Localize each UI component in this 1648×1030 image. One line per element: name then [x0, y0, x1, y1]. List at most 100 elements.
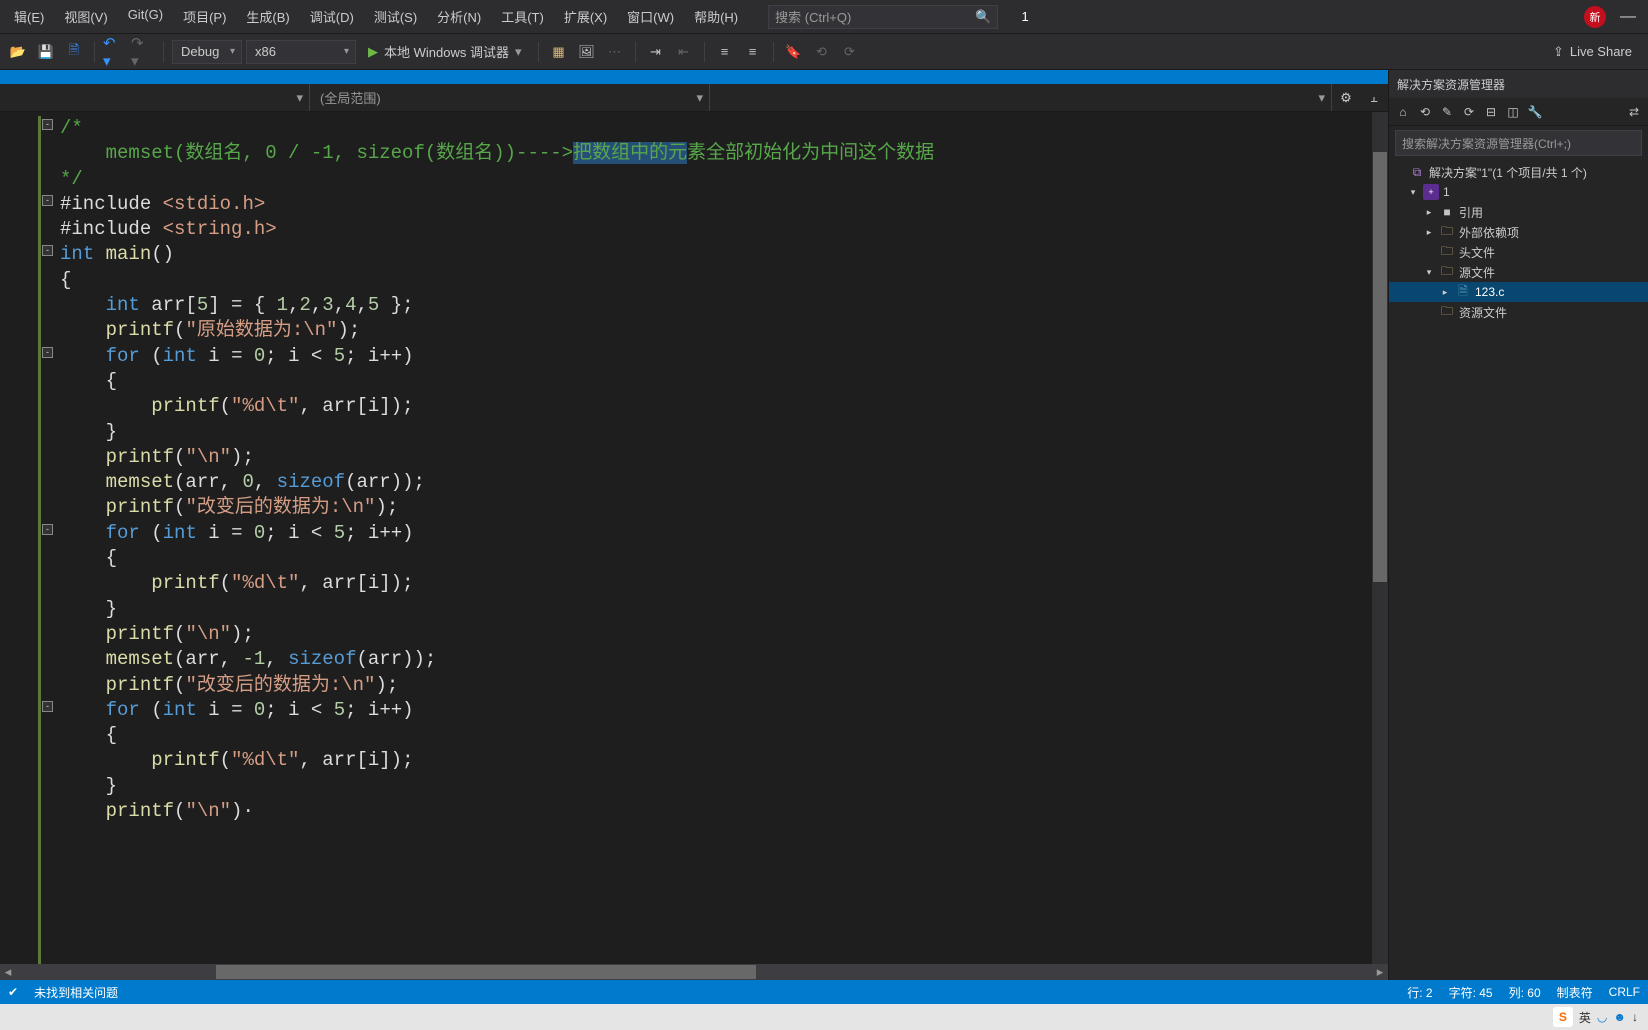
solution-explorer: 解决方案资源管理器 ⌂ ⟲ ✎ ⟳ ⊟ ◫ 🔧 ⇄ 搜索解决方案资源管理器(Ct…: [1388, 70, 1648, 980]
tree-item[interactable]: ▸🗎123.c: [1389, 282, 1648, 302]
tb-icon-2[interactable]: 🖼: [575, 40, 599, 64]
tree-item[interactable]: 🗀资源文件: [1389, 302, 1648, 322]
notification-badge[interactable]: 新: [1584, 6, 1606, 28]
search-placeholder: 搜索 (Ctrl+Q): [775, 7, 851, 26]
menu-item[interactable]: 工具(T): [491, 1, 554, 32]
fold-toggle[interactable]: -: [42, 701, 53, 712]
tree-item[interactable]: ▸■引用: [1389, 202, 1648, 222]
fold-toggle[interactable]: -: [42, 347, 53, 358]
menu-item[interactable]: 窗口(W): [617, 1, 684, 32]
tb-icon-5[interactable]: ⇤: [672, 40, 696, 64]
indent-icon[interactable]: ≡: [741, 40, 765, 64]
tb-icon-6[interactable]: ⟲: [810, 40, 834, 64]
fold-toggle[interactable]: -: [42, 119, 53, 130]
tree-item[interactable]: ▾ +1: [1389, 182, 1648, 202]
config-dropdown[interactable]: Debug: [172, 40, 242, 64]
minimize-icon[interactable]: —: [1620, 8, 1636, 26]
scrollbar-h-thumb[interactable]: [216, 965, 756, 979]
tb-icon-1[interactable]: ▦: [547, 40, 571, 64]
collapse-icon[interactable]: ⊟: [1481, 102, 1501, 122]
status-col[interactable]: 列: 60: [1509, 984, 1541, 1001]
menu-item[interactable]: 帮助(H): [684, 1, 748, 32]
solution-name-badge: 1: [1014, 6, 1036, 28]
status-line[interactable]: 行: 2: [1407, 984, 1432, 1001]
nav-combo-class[interactable]: [0, 84, 310, 111]
status-tabs[interactable]: 制表符: [1557, 984, 1593, 1001]
status-eol[interactable]: CRLF: [1609, 985, 1640, 999]
editor-tabstrip: [0, 70, 1388, 84]
sogou-icon: S: [1553, 1007, 1573, 1027]
sync-icon[interactable]: ⟳: [1459, 102, 1479, 122]
nav-combo-member[interactable]: [710, 84, 1332, 111]
statusbar: ✔ 未找到相关问题 行: 2 字符: 45 列: 60 制表符 CRLF: [0, 980, 1648, 1004]
nav-settings-icon[interactable]: ⚙: [1332, 90, 1360, 106]
expand-icon[interactable]: ▸: [1423, 207, 1435, 218]
menu-item[interactable]: 辑(E): [4, 1, 54, 32]
tree-item-label: 解决方案"1"(1 个项目/共 1 个): [1429, 164, 1587, 181]
tb-icon-4[interactable]: ⇥: [644, 40, 668, 64]
menu-item[interactable]: 调试(D): [300, 1, 364, 32]
platform-dropdown[interactable]: x86: [246, 40, 356, 64]
show-all-icon[interactable]: ◫: [1503, 102, 1523, 122]
home-icon[interactable]: ⌂: [1393, 102, 1413, 122]
tree-item-label: 1: [1443, 185, 1450, 199]
menu-item[interactable]: Git(G): [118, 1, 173, 32]
code-editor[interactable]: ------ /* memset(数组名, 0 / -1, sizeof(数组名…: [0, 112, 1388, 964]
live-share-button[interactable]: ⇪ Live Share: [1543, 44, 1642, 60]
proj-icon: +: [1423, 184, 1439, 200]
view-icon[interactable]: ⇄: [1624, 102, 1644, 122]
nav-split-icon[interactable]: ⫠: [1360, 90, 1388, 106]
menu-item[interactable]: 生成(B): [236, 1, 299, 32]
save-all-icon[interactable]: 🗎: [62, 40, 86, 64]
tree-item-label: 外部依赖项: [1459, 224, 1519, 241]
status-char[interactable]: 字符: 45: [1449, 984, 1493, 1001]
tree-item[interactable]: ⧉解决方案"1"(1 个项目/共 1 个): [1389, 162, 1648, 182]
expand-icon[interactable]: ▸: [1439, 287, 1451, 298]
tree-item-label: 源文件: [1459, 264, 1495, 281]
scrollbar-thumb[interactable]: [1373, 152, 1387, 582]
save-icon[interactable]: 💾: [34, 40, 58, 64]
menu-item[interactable]: 扩展(X): [554, 1, 617, 32]
run-button[interactable]: ▶ 本地 Windows 调试器 ▾: [360, 40, 530, 64]
menubar: 辑(E)视图(V)Git(G)项目(P)生成(B)调试(D)测试(S)分析(N)…: [0, 0, 1648, 34]
solution-search[interactable]: 搜索解决方案资源管理器(Ctrl+;): [1395, 130, 1642, 156]
menu-item[interactable]: 视图(V): [54, 1, 117, 32]
play-icon: ▶: [368, 44, 378, 60]
fold-toggle[interactable]: -: [42, 524, 53, 535]
back-icon[interactable]: ⟲: [1415, 102, 1435, 122]
expand-icon[interactable]: ▾: [1407, 187, 1419, 198]
status-ok-icon: ✔: [8, 985, 18, 999]
expand-icon[interactable]: ▸: [1423, 227, 1435, 238]
solution-tree[interactable]: ⧉解决方案"1"(1 个项目/共 1 个)▾+1▸■引用▸🗀外部依赖项🗀头文件▾…: [1389, 160, 1648, 980]
fold-toggle[interactable]: -: [42, 245, 53, 256]
tree-item[interactable]: 🗀头文件: [1389, 242, 1648, 262]
panel-toolbar: ⌂ ⟲ ✎ ⟳ ⊟ ◫ 🔧 ⇄: [1389, 98, 1648, 126]
open-icon[interactable]: 📂: [6, 40, 30, 64]
tree-item-label: 123.c: [1475, 285, 1504, 299]
vertical-scrollbar[interactable]: [1372, 112, 1388, 964]
undo-icon[interactable]: ↶ ▾: [103, 40, 127, 64]
expand-icon[interactable]: ▾: [1423, 267, 1435, 278]
fold-toggle[interactable]: -: [42, 195, 53, 206]
bookmark-icon[interactable]: 🔖: [782, 40, 806, 64]
tb-icon-3[interactable]: ⋯: [603, 40, 627, 64]
status-issues[interactable]: 未找到相关问题: [34, 984, 118, 1001]
menubar-search[interactable]: 搜索 (Ctrl+Q) 🔍: [768, 5, 998, 29]
menu-item[interactable]: 测试(S): [364, 1, 427, 32]
editor-pane: (全局范围) ⚙ ⫠ ------ /* memset(数组名, 0 / -1,…: [0, 70, 1388, 980]
menu-item[interactable]: 项目(P): [173, 1, 236, 32]
folder-icon: 🗀: [1439, 224, 1455, 240]
forward-icon[interactable]: ✎: [1437, 102, 1457, 122]
tb-icon-7[interactable]: ⟳: [838, 40, 862, 64]
redo-icon[interactable]: ↷ ▾: [131, 40, 155, 64]
tree-item[interactable]: ▸ 🗀外部依赖项: [1389, 222, 1648, 242]
ime-indicator[interactable]: S 英 ◡ ☻ ↓: [1547, 1007, 1644, 1027]
taskbar: S 英 ◡ ☻ ↓: [0, 1004, 1648, 1030]
nav-combo-scope[interactable]: (全局范围): [310, 84, 710, 111]
menu-item[interactable]: 分析(N): [427, 1, 491, 32]
horizontal-scrollbar[interactable]: ◂ ▸: [0, 964, 1388, 980]
properties-icon[interactable]: 🔧: [1525, 102, 1545, 122]
outdent-icon[interactable]: ≡: [713, 40, 737, 64]
tree-item[interactable]: ▾🗀源文件: [1389, 262, 1648, 282]
folder-icon: 🗀: [1439, 304, 1455, 320]
